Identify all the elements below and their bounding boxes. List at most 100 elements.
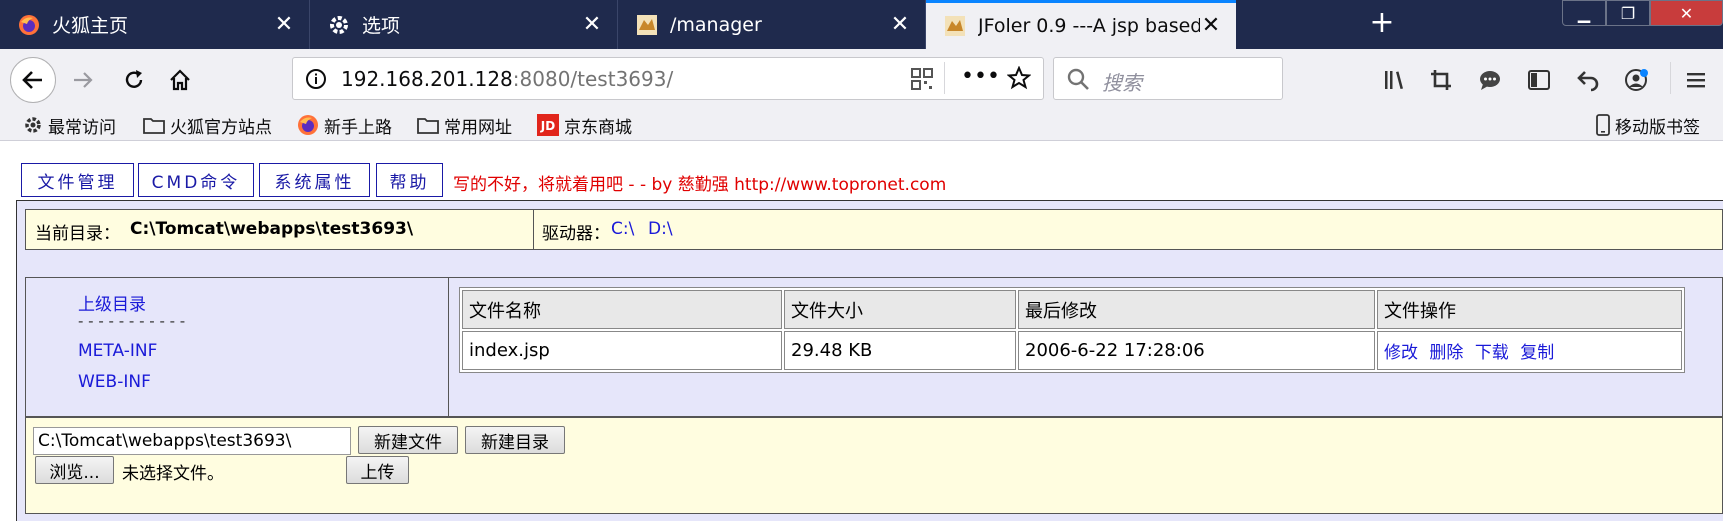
maximize-button[interactable]: ❐: [1606, 0, 1650, 26]
window-controls: ▁ ❐ ✕: [1562, 0, 1723, 30]
no-file-label: 未选择文件。: [122, 464, 224, 484]
file-table: 文件名称 文件大小 最后修改 文件操作 index.jsp 29.48 KB 2…: [459, 287, 1685, 373]
bookmark-getting-started[interactable]: 新手上路: [297, 113, 392, 138]
undo-button[interactable]: [1572, 64, 1604, 96]
col-header-modified: 最后修改: [1018, 290, 1375, 329]
drive-c-link[interactable]: C:\: [611, 219, 634, 239]
bookmark-label: 京东商城: [564, 117, 632, 138]
edit-link[interactable]: 修改: [1384, 343, 1418, 363]
firefox-icon: [297, 114, 319, 136]
chat-button[interactable]: [1474, 64, 1506, 96]
screenshot-button[interactable]: [1425, 64, 1457, 96]
forward-button[interactable]: [66, 63, 100, 97]
download-link[interactable]: 下载: [1475, 343, 1509, 363]
upload-button[interactable]: 上传: [346, 456, 409, 484]
current-dir-label: 当前目录：: [35, 224, 120, 244]
jd-icon: JD: [537, 114, 559, 136]
url-divider: [944, 62, 945, 94]
tab-label: JFoler 0.9 ---A jsp based web: [978, 15, 1200, 37]
library-button[interactable]: [1380, 64, 1412, 96]
bookmark-most-visited[interactable]: 最常访问: [23, 113, 116, 138]
reload-icon: [125, 70, 143, 88]
drives-label: 驱动器：: [542, 224, 610, 244]
mobile-bookmarks[interactable]: 移动版书签: [1596, 113, 1700, 138]
new-dir-button[interactable]: 新建目录: [465, 426, 565, 454]
svg-text:JD: JD: [540, 119, 555, 133]
new-tab-button[interactable]: +: [1360, 0, 1404, 49]
tab-manager[interactable]: /manager ✕: [618, 0, 926, 49]
menu-button[interactable]: [1680, 64, 1712, 96]
close-icon[interactable]: ✕: [581, 13, 603, 36]
firefox-icon: [18, 14, 40, 36]
bookmark-jd[interactable]: JD 京东商城: [537, 113, 632, 138]
crop-icon: [1431, 70, 1451, 90]
table-header: 文件名称 文件大小 最后修改 文件操作: [462, 290, 1682, 329]
home-button[interactable]: [163, 63, 197, 97]
bookmark-firefox-site[interactable]: 火狐官方站点: [143, 113, 272, 138]
info-icon[interactable]: [305, 68, 327, 90]
tomcat-icon: [636, 14, 658, 36]
current-dir-value: C:\Tomcat\webapps\test3693\: [130, 219, 414, 239]
tree-separator: - - - - - - - - - - -: [78, 312, 186, 330]
file-actions: 修改 删除 下载 复制: [1377, 331, 1682, 370]
browse-button[interactable]: 浏览...: [35, 456, 114, 484]
copy-link[interactable]: 复制: [1520, 343, 1554, 363]
col-header-actions: 文件操作: [1377, 290, 1682, 329]
close-icon[interactable]: ✕: [889, 13, 911, 36]
dir-link-web-inf[interactable]: WEB-INF: [78, 372, 151, 392]
gear-icon: [23, 115, 43, 135]
search-bar[interactable]: 搜索: [1053, 57, 1283, 100]
bookmark-label: 常用网址: [444, 117, 512, 138]
menu-file-manager[interactable]: 文件管理: [21, 163, 134, 197]
folder-icon: [417, 116, 439, 134]
bookmark-label: 最常访问: [48, 117, 116, 138]
drive-d-link[interactable]: D:\: [648, 219, 673, 239]
dir-link-meta-inf[interactable]: META-INF: [78, 341, 157, 361]
bookmark-label: 新手上路: [324, 117, 392, 138]
new-file-button[interactable]: 新建文件: [358, 426, 458, 454]
url-text: 192.168.201.128:8080/test3693/: [341, 67, 673, 91]
menu-cmd[interactable]: CMD命令: [138, 163, 254, 197]
page-actions-icon[interactable]: •••: [961, 64, 1000, 89]
url-bar[interactable]: 192.168.201.128:8080/test3693/ •••: [292, 57, 1044, 100]
tab-jfoler[interactable]: JFoler 0.9 ---A jsp based web ✕: [926, 0, 1236, 49]
qr-code-icon[interactable]: [911, 68, 933, 90]
search-placeholder: 搜索: [1102, 71, 1142, 95]
url-path: :8080/test3693/: [512, 67, 674, 91]
tomcat-icon: [944, 15, 966, 37]
file-size: 29.48 KB: [784, 331, 1016, 370]
bookmark-common-sites[interactable]: 常用网址: [417, 113, 512, 138]
minimize-button[interactable]: ▁: [1562, 0, 1606, 26]
sidebar-button[interactable]: [1523, 64, 1555, 96]
directory-tree: 上级目录 - - - - - - - - - - - META-INF WEB-…: [25, 277, 449, 417]
path-input[interactable]: [33, 427, 351, 455]
hamburger-icon: [1687, 73, 1705, 88]
phone-icon: [1596, 114, 1610, 136]
bookmark-label: 移动版书签: [1615, 117, 1700, 138]
tab-options[interactable]: 选项 ✕: [310, 0, 618, 49]
home-icon: [170, 69, 190, 91]
star-icon[interactable]: [1006, 65, 1032, 90]
tab-firefox-home[interactable]: 火狐主页 ✕: [0, 0, 310, 49]
url-host: 192.168.201.128: [341, 67, 513, 91]
arrow-right-icon: [74, 72, 93, 88]
account-button[interactable]: [1621, 64, 1653, 96]
menu-help[interactable]: 帮助: [376, 163, 443, 197]
folder-icon: [143, 116, 165, 134]
menu-system-properties[interactable]: 系统属性: [259, 163, 370, 197]
bookmarks-bar: 最常访问 火狐官方站点 新手上路 常用网址 JD 京东商城 移动版书签: [0, 110, 1723, 141]
close-icon[interactable]: ✕: [1200, 15, 1222, 37]
close-window-button[interactable]: ✕: [1650, 0, 1723, 26]
table-row: index.jsp 29.48 KB 2006-6-22 17:28:06 修改…: [462, 331, 1682, 370]
library-icon: [1385, 71, 1403, 89]
close-icon[interactable]: ✕: [273, 13, 295, 36]
file-modified: 2006-6-22 17:28:06: [1018, 331, 1375, 370]
current-dir-bar: 当前目录： C:\Tomcat\webapps\test3693\ 驱动器： C…: [25, 209, 1723, 250]
toolbar-divider: [1670, 62, 1671, 94]
delete-link[interactable]: 删除: [1429, 343, 1463, 363]
back-button[interactable]: [10, 57, 56, 103]
author-note: 写的不好，将就着用吧 - - by 慈勤强 http://www.toprone…: [453, 175, 947, 195]
col-header-name: 文件名称: [462, 290, 782, 329]
col-header-size: 文件大小: [784, 290, 1016, 329]
reload-button[interactable]: [117, 63, 151, 97]
